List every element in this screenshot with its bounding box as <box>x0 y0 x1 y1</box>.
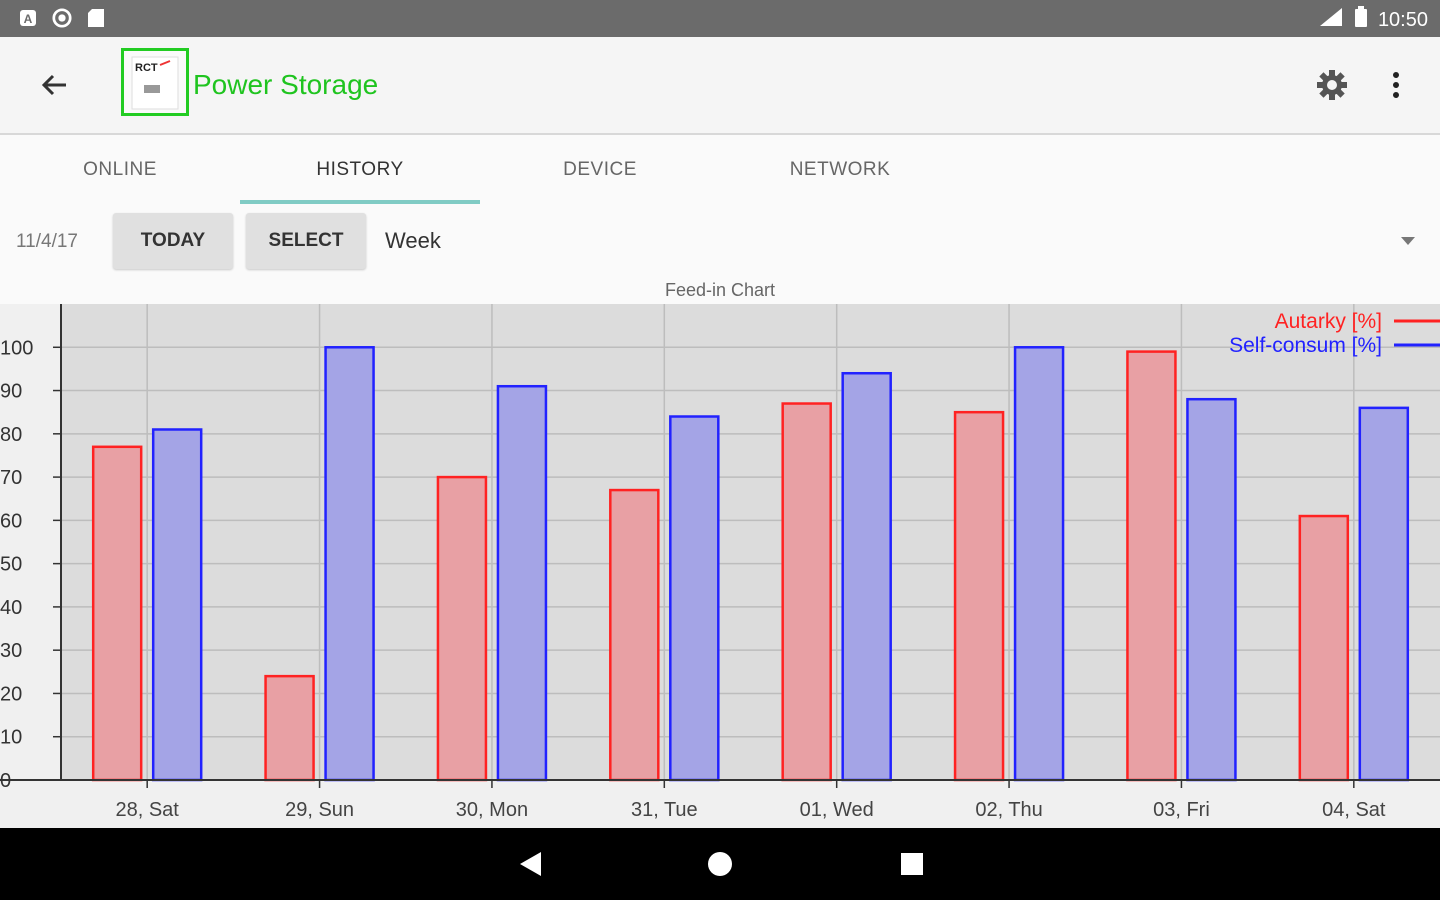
bar-self-consum <box>496 384 548 782</box>
arrow-back-icon <box>41 74 66 96</box>
app-bar: RCT Power Storage <box>0 37 1440 135</box>
sd-card-icon <box>86 8 106 28</box>
today-button[interactable]: TODAY <box>113 213 233 269</box>
x-tick-label: 04, Sat <box>1322 799 1386 821</box>
bar-self-consum <box>841 371 892 782</box>
bar-self-consum <box>1358 406 1410 782</box>
tab-bar: ONLINE HISTORY DEVICE NETWORK <box>0 135 1440 205</box>
y-tick-label: 90 <box>0 381 22 403</box>
y-tick-label: 20 <box>0 683 22 705</box>
tab-online[interactable]: ONLINE <box>0 135 240 205</box>
recents-square-icon <box>901 853 923 875</box>
x-tick-label: 31, Tue <box>631 799 698 821</box>
x-tick-label: 29, Sun <box>285 799 354 821</box>
nav-recents-button[interactable] <box>892 848 932 880</box>
bar-self-consum <box>1186 397 1237 782</box>
more-vert-icon <box>1393 72 1399 98</box>
x-tick-label: 03, Fri <box>1153 799 1210 821</box>
bar-autarky <box>436 475 488 782</box>
svg-text:A: A <box>24 12 33 26</box>
tab-indicator <box>240 200 480 204</box>
x-tick-label: 02, Thu <box>975 799 1042 821</box>
period-value: Week <box>385 228 441 253</box>
bar-self-consum <box>151 428 203 782</box>
home-circle-icon <box>708 852 732 876</box>
y-tick-label: 70 <box>0 467 22 489</box>
history-controls: 11/4/17 TODAY SELECT Week <box>0 205 1440 280</box>
back-button[interactable] <box>36 67 72 103</box>
back-triangle-icon <box>520 852 541 876</box>
overflow-menu-button[interactable] <box>1378 65 1414 105</box>
period-dropdown[interactable]: Week <box>385 217 1425 265</box>
bar-self-consum <box>1013 346 1065 782</box>
bar-autarky <box>91 445 143 782</box>
dropdown-arrow-icon <box>1401 237 1415 245</box>
y-tick-label: 10 <box>0 727 22 749</box>
y-tick-label: 60 <box>0 510 22 532</box>
y-tick-label: 80 <box>0 424 22 446</box>
status-time: 10:50 <box>1377 8 1428 31</box>
bar-autarky <box>781 402 832 782</box>
legend-label: Self-consum [%] <box>1229 334 1382 357</box>
y-tick-label: 40 <box>0 597 22 619</box>
bar-autarky <box>953 410 1005 782</box>
x-tick-label: 30, Mon <box>456 799 528 821</box>
gear-icon <box>1317 70 1347 100</box>
nav-back-button[interactable] <box>510 848 550 880</box>
battery-icon <box>1354 6 1368 34</box>
settings-button[interactable] <box>1312 65 1352 105</box>
y-tick-label: 100 <box>0 337 33 359</box>
feed-in-chart: 010203040506070809010028, Sat29, Sun30, … <box>0 304 1440 828</box>
bar-autarky <box>1126 350 1177 782</box>
tab-network[interactable]: NETWORK <box>720 135 960 205</box>
bar-autarky <box>609 488 660 782</box>
app-title: Power Storage <box>193 69 379 100</box>
signal-icon <box>1318 6 1344 34</box>
status-bar: A 10:50 <box>0 0 1440 37</box>
tab-device[interactable]: DEVICE <box>480 135 720 205</box>
app-logo: RCT <box>121 48 189 116</box>
circle-icon <box>52 8 72 28</box>
legend-label: Autarky [%] <box>1275 310 1382 333</box>
chart-canvas: 010203040506070809010028, Sat29, Sun30, … <box>0 304 1440 821</box>
current-date: 11/4/17 <box>16 231 78 252</box>
nav-home-button[interactable] <box>700 848 740 880</box>
notification-a-icon: A <box>18 8 38 28</box>
tab-history[interactable]: HISTORY <box>240 135 480 205</box>
y-tick-label: 30 <box>0 640 22 662</box>
x-tick-label: 01, Wed <box>800 799 874 821</box>
select-button[interactable]: SELECT <box>246 213 366 269</box>
y-tick-label: 50 <box>0 554 22 576</box>
x-tick-label: 28, Sat <box>115 799 179 821</box>
bar-self-consum <box>324 346 375 782</box>
system-nav-bar <box>0 828 1440 900</box>
logo-text: RCT <box>135 62 158 74</box>
bar-self-consum <box>669 415 720 782</box>
bar-autarky <box>264 674 315 782</box>
bar-autarky <box>1298 514 1350 782</box>
chart-title: Feed-in Chart <box>0 280 1440 304</box>
